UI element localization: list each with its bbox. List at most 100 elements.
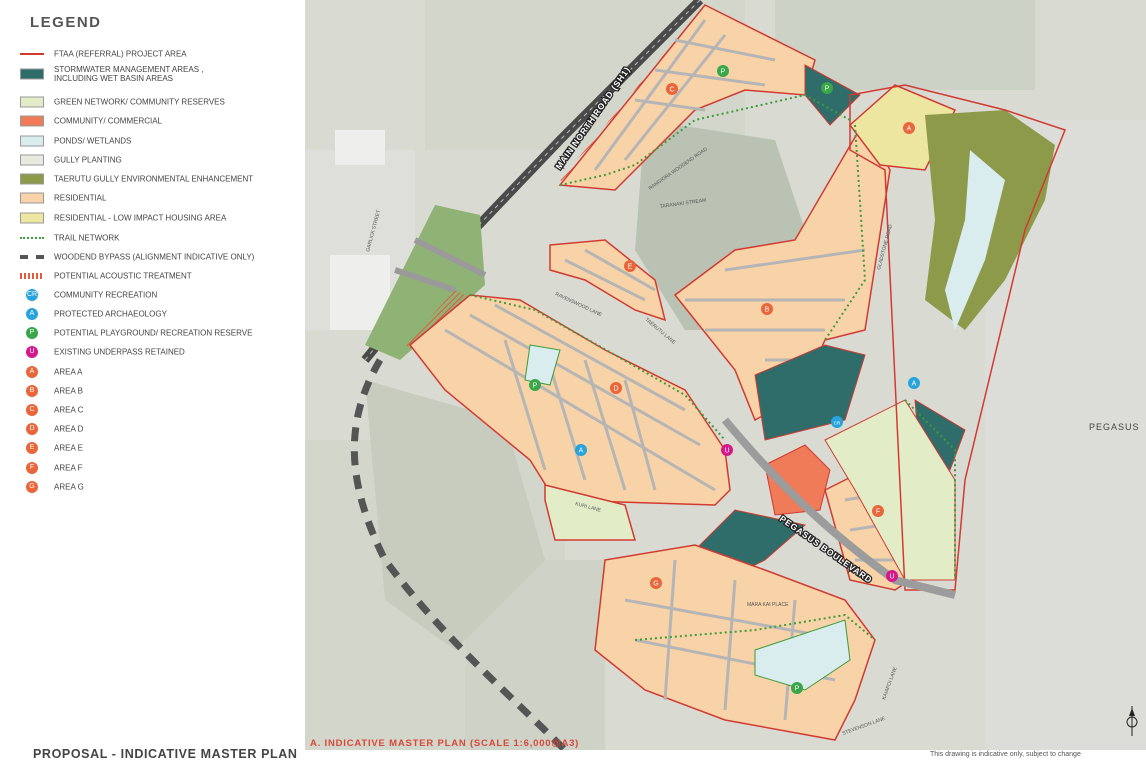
legend-symbol-line	[20, 52, 44, 55]
legend-symbol-dashed-line	[20, 254, 44, 259]
map-marker: E	[624, 260, 636, 272]
legend-label: COMMUNITY RECREATION	[54, 290, 158, 299]
legend-item: GREEN NETWORK/ COMMUNITY RESERVES	[20, 92, 300, 111]
legend-symbol-dotted-line	[20, 236, 44, 239]
legend-marker-icon: F	[26, 461, 38, 474]
legend-panel: LEGEND FTAA (REFERRAL) PROJECT AREA STORM…	[0, 0, 305, 763]
legend-label: POTENTIAL ACOUSTIC TREATMENT	[54, 271, 192, 280]
master-plan-map[interactable]: MAIN NORTH ROAD (SH1) PEGASUS BOULEVARD …	[305, 0, 1146, 750]
legend-label: AREA B	[54, 386, 83, 395]
legend-swatch	[20, 173, 44, 184]
legend-item: PONDS/ WETLANDS	[20, 131, 300, 150]
legend-marker-icon: C	[26, 403, 38, 416]
legend-marker-icon: P	[26, 326, 38, 339]
legend-label: COMMUNITY/ COMMERCIAL	[54, 116, 162, 125]
map-marker: P	[717, 65, 729, 77]
legend-item: GULLY PLANTING	[20, 150, 300, 169]
legend-swatch	[20, 68, 44, 79]
legend-marker-icon: G	[26, 480, 38, 493]
map-marker-letter: A	[907, 126, 912, 133]
map-marker-letter: A	[579, 448, 584, 455]
legend-item: WOODEND BYPASS (ALIGNMENT INDICATIVE ONL…	[20, 247, 300, 266]
disclaimer: This drawing is indicative only, subject…	[930, 751, 1081, 758]
map-marker: A	[903, 122, 915, 134]
legend-item: FTAA (REFERRAL) PROJECT AREA	[20, 44, 300, 63]
legend-label: AREA G	[54, 482, 84, 491]
legend-item: TAERUTU GULLY ENVIRONMENTAL ENHANCEMENT	[20, 169, 300, 188]
legend-swatch	[20, 135, 44, 146]
map-marker-letter: D	[613, 386, 618, 393]
map-marker: P	[821, 82, 833, 94]
legend-label: GREEN NETWORK/ COMMUNITY RESERVES	[54, 97, 225, 106]
legend-label: RESIDENTIAL	[54, 193, 107, 202]
legend-item: P POTENTIAL PLAYGROUND/ RECREATION RESERV…	[20, 323, 300, 342]
legend-marker-icon: CR	[26, 288, 38, 301]
legend-marker-icon: E	[26, 441, 38, 454]
legend-label: GULLY PLANTING	[54, 155, 122, 164]
north-arrow-icon	[1126, 706, 1138, 736]
legend-marker-icon: B	[26, 384, 38, 397]
legend-label: STORMWATER MANAGEMENT AREAS , INCLUDING W…	[54, 64, 204, 83]
map-marker: A	[575, 444, 587, 456]
legend-label: EXISTING UNDERPASS RETAINED	[54, 347, 185, 356]
legend-item: F AREA F	[20, 458, 300, 477]
map-marker: B	[761, 303, 773, 315]
commercial-building-north	[335, 130, 385, 165]
legend-label: FTAA (REFERRAL) PROJECT AREA	[54, 49, 187, 58]
map-marker-letter: U	[724, 448, 729, 455]
map-marker-letter: P	[533, 383, 538, 390]
map-marker: A	[908, 377, 920, 389]
legend-item: G AREA G	[20, 477, 300, 496]
legend-label: AREA A	[54, 367, 83, 376]
label-mara-kai-place: MARA KAI PLACE	[747, 602, 789, 608]
legend-item: TRAIL NETWORK	[20, 228, 300, 247]
legend-label: WOODEND BYPASS (ALIGNMENT INDICATIVE ONL…	[54, 252, 255, 261]
legend-label: PROTECTED ARCHAEOLOGY	[54, 309, 167, 318]
legend-swatch	[20, 212, 44, 223]
legend-label: AREA D	[54, 424, 84, 433]
legend-swatch	[20, 154, 44, 165]
map-marker-letter: P	[721, 69, 726, 76]
legend-swatch	[20, 96, 44, 107]
map-marker: P	[529, 379, 541, 391]
legend-swatch	[20, 192, 44, 203]
legend-item: CR COMMUNITY RECREATION	[20, 285, 300, 304]
legend-item: U EXISTING UNDERPASS RETAINED	[20, 342, 300, 361]
legend-label: POTENTIAL PLAYGROUND/ RECREATION RESERVE	[54, 328, 253, 337]
page-title: PROPOSAL - INDICATIVE MASTER PLAN	[33, 747, 298, 761]
legend-marker-icon: A	[26, 307, 38, 320]
map-marker-letter: A	[912, 381, 917, 388]
legend-marker-icon: U	[26, 345, 38, 358]
map-marker-letter: P	[795, 686, 800, 693]
legend-symbol-hatch	[20, 272, 44, 279]
legend-item: STORMWATER MANAGEMENT AREAS , INCLUDING W…	[20, 64, 300, 83]
map-marker-letter: F	[876, 509, 880, 516]
map-marker: G	[650, 577, 662, 589]
legend-label: AREA E	[54, 443, 83, 452]
legend-item: RESIDENTIAL	[20, 188, 300, 207]
legend-item: A AREA A	[20, 362, 300, 381]
legend-label: AREA C	[54, 405, 84, 414]
legend-label: RESIDENTIAL - LOW IMPACT HOUSING AREA	[54, 213, 227, 222]
legend-title: LEGEND	[30, 14, 102, 31]
legend-item: B AREA B	[20, 381, 300, 400]
map-marker: U	[886, 570, 898, 582]
legend-item: D AREA D	[20, 419, 300, 438]
map-marker-letter: B	[765, 307, 770, 314]
map-marker-letter: G	[653, 581, 658, 588]
legend-label: PONDS/ WETLANDS	[54, 136, 132, 145]
legend-marker-icon: D	[26, 422, 38, 435]
legend-item: C AREA C	[20, 400, 300, 419]
map-marker: C	[666, 83, 678, 95]
map-marker: F	[872, 505, 884, 517]
map-marker: D	[610, 382, 622, 394]
legend-item: A PROTECTED ARCHAEOLOGY	[20, 304, 300, 323]
legend-item: RESIDENTIAL - LOW IMPACT HOUSING AREA	[20, 208, 300, 227]
map-marker-letter: U	[889, 574, 894, 581]
legend-swatch	[20, 115, 44, 126]
map-marker-letter: P	[825, 86, 830, 93]
map-marker-letter: CR	[834, 421, 841, 426]
legend-item: COMMUNITY/ COMMERCIAL	[20, 111, 300, 130]
map-marker-letter: E	[628, 264, 633, 271]
legend-item: POTENTIAL ACOUSTIC TREATMENT	[20, 266, 300, 285]
